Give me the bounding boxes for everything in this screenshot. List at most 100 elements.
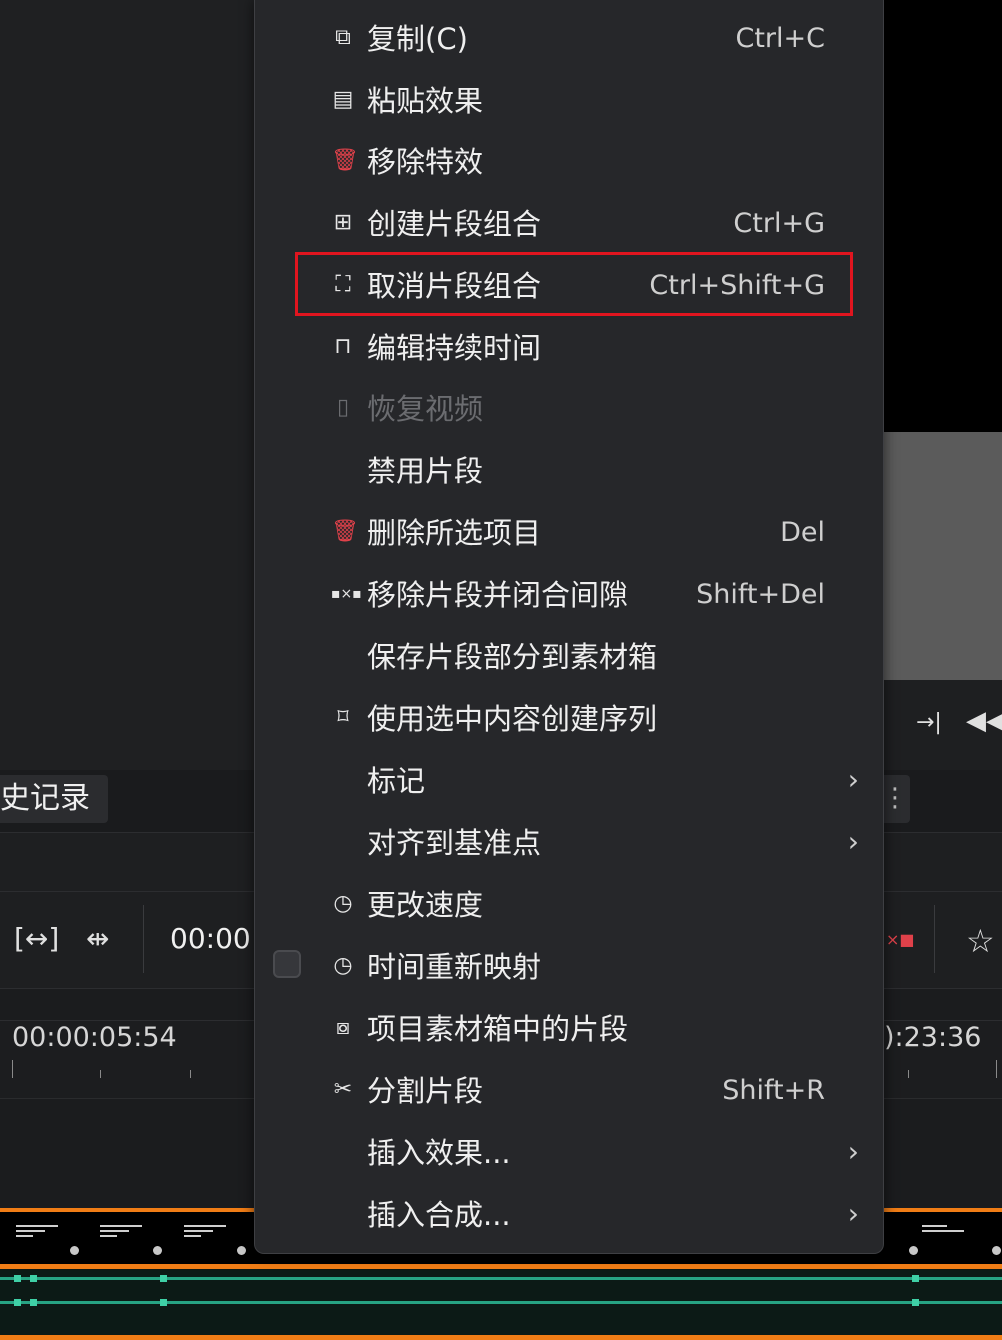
- restore-video-icon: ▯: [336, 395, 350, 420]
- menu-item-delete-selected[interactable]: 🗑 删除所选项目 Del: [255, 504, 883, 562]
- rewind-icon[interactable]: ◀◀: [966, 706, 1002, 736]
- audio-waveform-line: [0, 1301, 1002, 1304]
- menu-item-label: 取消片段组合: [367, 269, 542, 303]
- clip-thumbnail: [922, 1222, 964, 1244]
- audio-waveform-line: [0, 1277, 1002, 1280]
- audio-marker: [14, 1275, 21, 1282]
- audio-marker: [160, 1299, 167, 1306]
- menu-item-remove-effects[interactable]: 🗑 移除特效: [255, 133, 883, 191]
- keyframe-dot[interactable]: [153, 1246, 162, 1255]
- marker-x-icon[interactable]: ×■: [886, 930, 915, 949]
- ruler-tick: [12, 1060, 13, 1078]
- menu-item-label: 分割片段: [367, 1074, 484, 1108]
- cut-icon: ✂: [333, 1077, 353, 1102]
- audio-marker: [912, 1299, 919, 1306]
- menu-item-ripple-delete[interactable]: ▪×▪ 移除片段并闭合间隙 Shift+Del: [255, 566, 883, 624]
- menu-item-label: 项目素材箱中的片段: [367, 1012, 629, 1046]
- goto-out-icon[interactable]: →|: [916, 710, 942, 735]
- menu-item-label: 移除片段并闭合间隙: [367, 578, 629, 612]
- group-icon: ⊞: [333, 210, 353, 235]
- menu-item-paste-effects[interactable]: ▤ 粘贴效果: [255, 72, 883, 130]
- menu-item-edit-duration[interactable]: ⊓ 编辑持续时间: [255, 319, 883, 377]
- menu-item-shortcut: Shift+R: [722, 1075, 825, 1106]
- keyframe-dot[interactable]: [909, 1246, 918, 1255]
- menu-item-label: 对齐到基准点: [367, 826, 542, 860]
- menu-item-shortcut: Del: [780, 517, 825, 548]
- menu-item-shortcut: Shift+Del: [696, 579, 825, 610]
- audio-marker: [30, 1299, 37, 1306]
- ruler-tick: [908, 1070, 909, 1078]
- menu-item-time-remap[interactable]: ◷ 时间重新映射: [255, 938, 883, 996]
- chevron-right-icon: ›: [847, 825, 859, 858]
- star-icon[interactable]: ☆: [966, 922, 995, 960]
- menu-item-label: 删除所选项目: [367, 516, 542, 550]
- new-sequence-icon: ⌑: [337, 705, 349, 730]
- menu-item-restore-video: ▯ 恢复视频: [255, 380, 883, 438]
- clip-monitor: [0, 0, 260, 770]
- clip-thumbnail: [16, 1222, 58, 1244]
- paste-icon: ▤: [332, 87, 354, 112]
- ruler-time-right: ):23:36: [884, 1022, 982, 1053]
- menu-item-ungroup-clips[interactable]: ⛶ 取消片段组合 Ctrl+Shift+G: [255, 257, 883, 315]
- keyframe-dot[interactable]: [237, 1246, 246, 1255]
- fit-zone-icon[interactable]: [↔]: [14, 922, 59, 955]
- menu-item-shortcut: Ctrl+C: [735, 23, 825, 54]
- time-remap-checkbox[interactable]: [273, 950, 301, 978]
- keyframe-dot[interactable]: [992, 1246, 1001, 1255]
- clip-context-menu: ⧉ 复制(C) Ctrl+C ▤ 粘贴效果 🗑 移除特效 ⊞ 创建片段组合 Ct…: [254, 0, 884, 1254]
- clip-thumbnail: [184, 1222, 226, 1244]
- chevron-right-icon: ›: [847, 1135, 859, 1168]
- menu-item-label: 时间重新映射: [367, 950, 542, 984]
- menu-item-label: 更改速度: [367, 888, 484, 922]
- keyframe-dot[interactable]: [70, 1246, 79, 1255]
- bin-clip-icon: ⧇: [336, 1015, 350, 1040]
- audio-marker: [160, 1275, 167, 1282]
- menu-item-label: 禁用片段: [367, 454, 484, 488]
- tab-history[interactable]: 史记录: [0, 775, 108, 823]
- copy-icon: ⧉: [335, 25, 351, 50]
- audio-track-clip[interactable]: [0, 1264, 1002, 1340]
- speed-icon: ◷: [333, 891, 353, 916]
- ruler-tick: [996, 1060, 997, 1078]
- ruler-tick: [190, 1070, 191, 1078]
- project-monitor: [880, 0, 1002, 432]
- audio-marker: [912, 1275, 919, 1282]
- menu-item-label: 插入合成...: [367, 1198, 511, 1232]
- duration-icon: ⊓: [334, 334, 352, 359]
- ripple-delete-icon: ▪×▪: [331, 586, 362, 602]
- clip-thumbnail: [100, 1222, 142, 1244]
- menu-item-label: 复制(C): [367, 22, 468, 56]
- trash-icon: 🗑: [331, 519, 359, 544]
- menu-item-shortcut: Ctrl+Shift+G: [649, 270, 825, 301]
- menu-item-label: 创建片段组合: [367, 207, 542, 241]
- menu-item-insert-composition[interactable]: 插入合成... ›: [255, 1186, 883, 1244]
- menu-item-label: 保存片段部分到素材箱: [367, 640, 658, 674]
- toolbar-separator: [143, 905, 144, 973]
- menu-item-copy[interactable]: ⧉ 复制(C) Ctrl+C: [255, 10, 883, 68]
- menu-item-group-clips[interactable]: ⊞ 创建片段组合 Ctrl+G: [255, 195, 883, 253]
- chevron-right-icon: ›: [847, 1197, 859, 1230]
- audio-marker: [30, 1275, 37, 1282]
- tab-menu-glyph: ⋮: [882, 783, 908, 813]
- timeline-timecode[interactable]: 00:00:: [170, 922, 260, 955]
- toolbar-separator: [934, 905, 935, 973]
- insert-zone-icon[interactable]: ⇹: [86, 922, 109, 955]
- menu-item-cut-clip[interactable]: ✂ 分割片段 Shift+R: [255, 1062, 883, 1120]
- menu-item-label: 使用选中内容创建序列: [367, 702, 658, 736]
- menu-item-markers[interactable]: 标记 ›: [255, 752, 883, 810]
- menu-item-change-speed[interactable]: ◷ 更改速度: [255, 876, 883, 934]
- trash-icon: 🗑: [331, 148, 359, 173]
- menu-item-insert-effect[interactable]: 插入效果... ›: [255, 1124, 883, 1182]
- menu-item-disable-clip[interactable]: 禁用片段: [255, 442, 883, 500]
- speed-icon: ◷: [333, 953, 353, 978]
- menu-item-label: 粘贴效果: [367, 84, 484, 118]
- ruler-time-left: 00:00:05:54: [12, 1022, 177, 1053]
- menu-item-clip-in-bin[interactable]: ⧇ 项目素材箱中的片段: [255, 1000, 883, 1058]
- ungroup-icon: ⛶: [335, 272, 351, 297]
- menu-item-create-sequence[interactable]: ⌑ 使用选中内容创建序列: [255, 690, 883, 748]
- menu-item-label: 编辑持续时间: [367, 331, 542, 365]
- menu-item-label: 恢复视频: [367, 392, 484, 426]
- project-monitor-frame: [880, 432, 1002, 680]
- menu-item-save-to-bin[interactable]: 保存片段部分到素材箱: [255, 628, 883, 686]
- menu-item-align-to-reference[interactable]: 对齐到基准点 ›: [255, 814, 883, 872]
